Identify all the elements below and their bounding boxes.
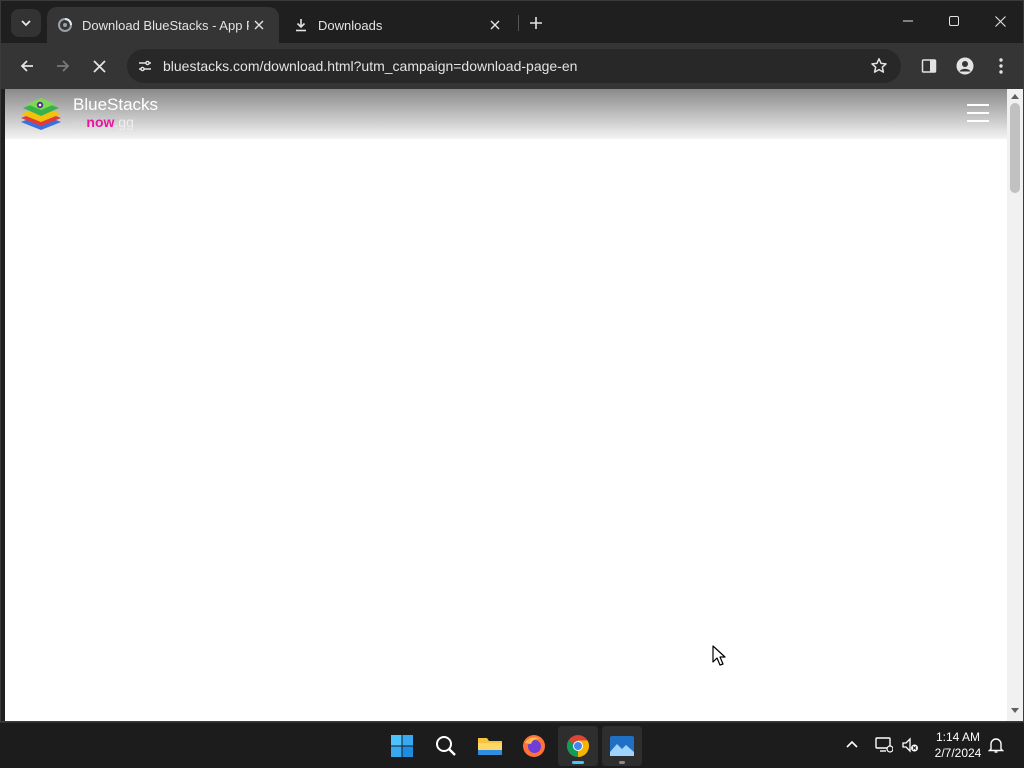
- brand-name: BlueStacks: [73, 95, 159, 114]
- maximize-icon: [949, 16, 959, 26]
- address-bar[interactable]: bluestacks.com/download.html?utm_campaig…: [127, 49, 901, 83]
- brand-by: by: [73, 119, 83, 129]
- brand-gg: .gg: [114, 114, 134, 130]
- running-app-indicator: [619, 761, 625, 764]
- page-content: BlueStacks by now.gg: [5, 89, 1007, 721]
- scroll-down-icon[interactable]: [1011, 708, 1019, 713]
- volume-muted-icon[interactable]: [898, 733, 922, 757]
- more-vert-icon: [999, 58, 1003, 74]
- forward-button[interactable]: [47, 50, 79, 82]
- side-panel-button[interactable]: [913, 50, 945, 82]
- tab-downloads[interactable]: Downloads: [283, 7, 515, 43]
- tab-strip: Download BlueStacks - App Pla Downloads: [1, 1, 1023, 43]
- network-icon[interactable]: [872, 733, 896, 757]
- plus-icon: [530, 17, 542, 29]
- scroll-up-icon[interactable]: [1011, 94, 1019, 99]
- windows-logo-icon: [391, 735, 413, 757]
- url-text[interactable]: bluestacks.com/download.html?utm_campaig…: [163, 58, 863, 74]
- scrollbar-thumb[interactable]: [1010, 103, 1020, 193]
- search-icon: [436, 736, 456, 756]
- close-window-button[interactable]: [977, 1, 1023, 41]
- tune-icon[interactable]: [129, 50, 161, 82]
- active-app-indicator: [572, 761, 584, 764]
- arrow-right-icon: [57, 60, 70, 72]
- bluestacks-logo-icon[interactable]: [19, 96, 63, 134]
- maximize-button[interactable]: [931, 1, 977, 41]
- taskbar-search-button[interactable]: [426, 726, 466, 766]
- new-tab-button[interactable]: [523, 10, 549, 36]
- browser-toolbar: bluestacks.com/download.html?utm_campaig…: [1, 43, 1023, 89]
- chrome-icon: [567, 735, 589, 757]
- firefox-icon: [523, 735, 545, 757]
- menu-button[interactable]: [985, 50, 1017, 82]
- minimize-button[interactable]: [885, 1, 931, 41]
- folder-icon: [478, 738, 502, 755]
- download-icon: [293, 17, 309, 33]
- arrow-left-icon: [20, 60, 33, 72]
- taskbar-clock[interactable]: 1:14 AM 2/7/2024: [926, 729, 990, 761]
- brand-tagline: by now.gg: [73, 114, 134, 132]
- minimize-icon: [903, 20, 913, 22]
- page-scrollbar[interactable]: [1007, 89, 1023, 721]
- close-tab-icon[interactable]: [485, 15, 505, 35]
- file-explorer-button[interactable]: [470, 726, 510, 766]
- tab-title: Download BlueStacks - App Pla: [82, 17, 249, 33]
- start-button[interactable]: [382, 726, 422, 766]
- star-icon[interactable]: [863, 50, 895, 82]
- photos-icon: [610, 736, 634, 756]
- photos-button[interactable]: [602, 726, 642, 766]
- brand-now: now: [86, 114, 115, 130]
- tab-title: Downloads: [318, 17, 383, 33]
- site-header: BlueStacks by now.gg: [5, 89, 1007, 139]
- profile-button[interactable]: [949, 50, 981, 82]
- taskbar: 1:14 AM 2/7/2024: [0, 722, 1024, 768]
- browser-window: Download BlueStacks - App Pla Downloads: [0, 0, 1024, 722]
- clock-time: 1:14 AM: [935, 730, 981, 744]
- close-tab-icon[interactable]: [249, 15, 269, 35]
- close-icon: [994, 15, 1006, 27]
- firefox-button[interactable]: [514, 726, 554, 766]
- tab-separator: [518, 15, 519, 31]
- tab-bluestacks[interactable]: Download BlueStacks - App Pla: [47, 7, 279, 43]
- show-hidden-icons-button[interactable]: [840, 733, 864, 757]
- hamburger-menu-icon[interactable]: [967, 104, 991, 124]
- side-panel-icon: [921, 59, 937, 73]
- stop-button[interactable]: [83, 50, 115, 82]
- close-icon: [92, 59, 106, 73]
- loading-spinner-icon: [57, 17, 73, 33]
- mouse-cursor-icon: [712, 645, 726, 666]
- notifications-icon[interactable]: [984, 733, 1008, 757]
- tab-search-button[interactable]: [11, 9, 41, 37]
- chrome-button[interactable]: [558, 726, 598, 766]
- chevron-up-icon: [846, 740, 858, 748]
- back-button[interactable]: [11, 50, 43, 82]
- profile-icon: [956, 57, 974, 75]
- clock-date: 2/7/2024: [934, 746, 982, 760]
- chevron-down-icon: [21, 20, 31, 27]
